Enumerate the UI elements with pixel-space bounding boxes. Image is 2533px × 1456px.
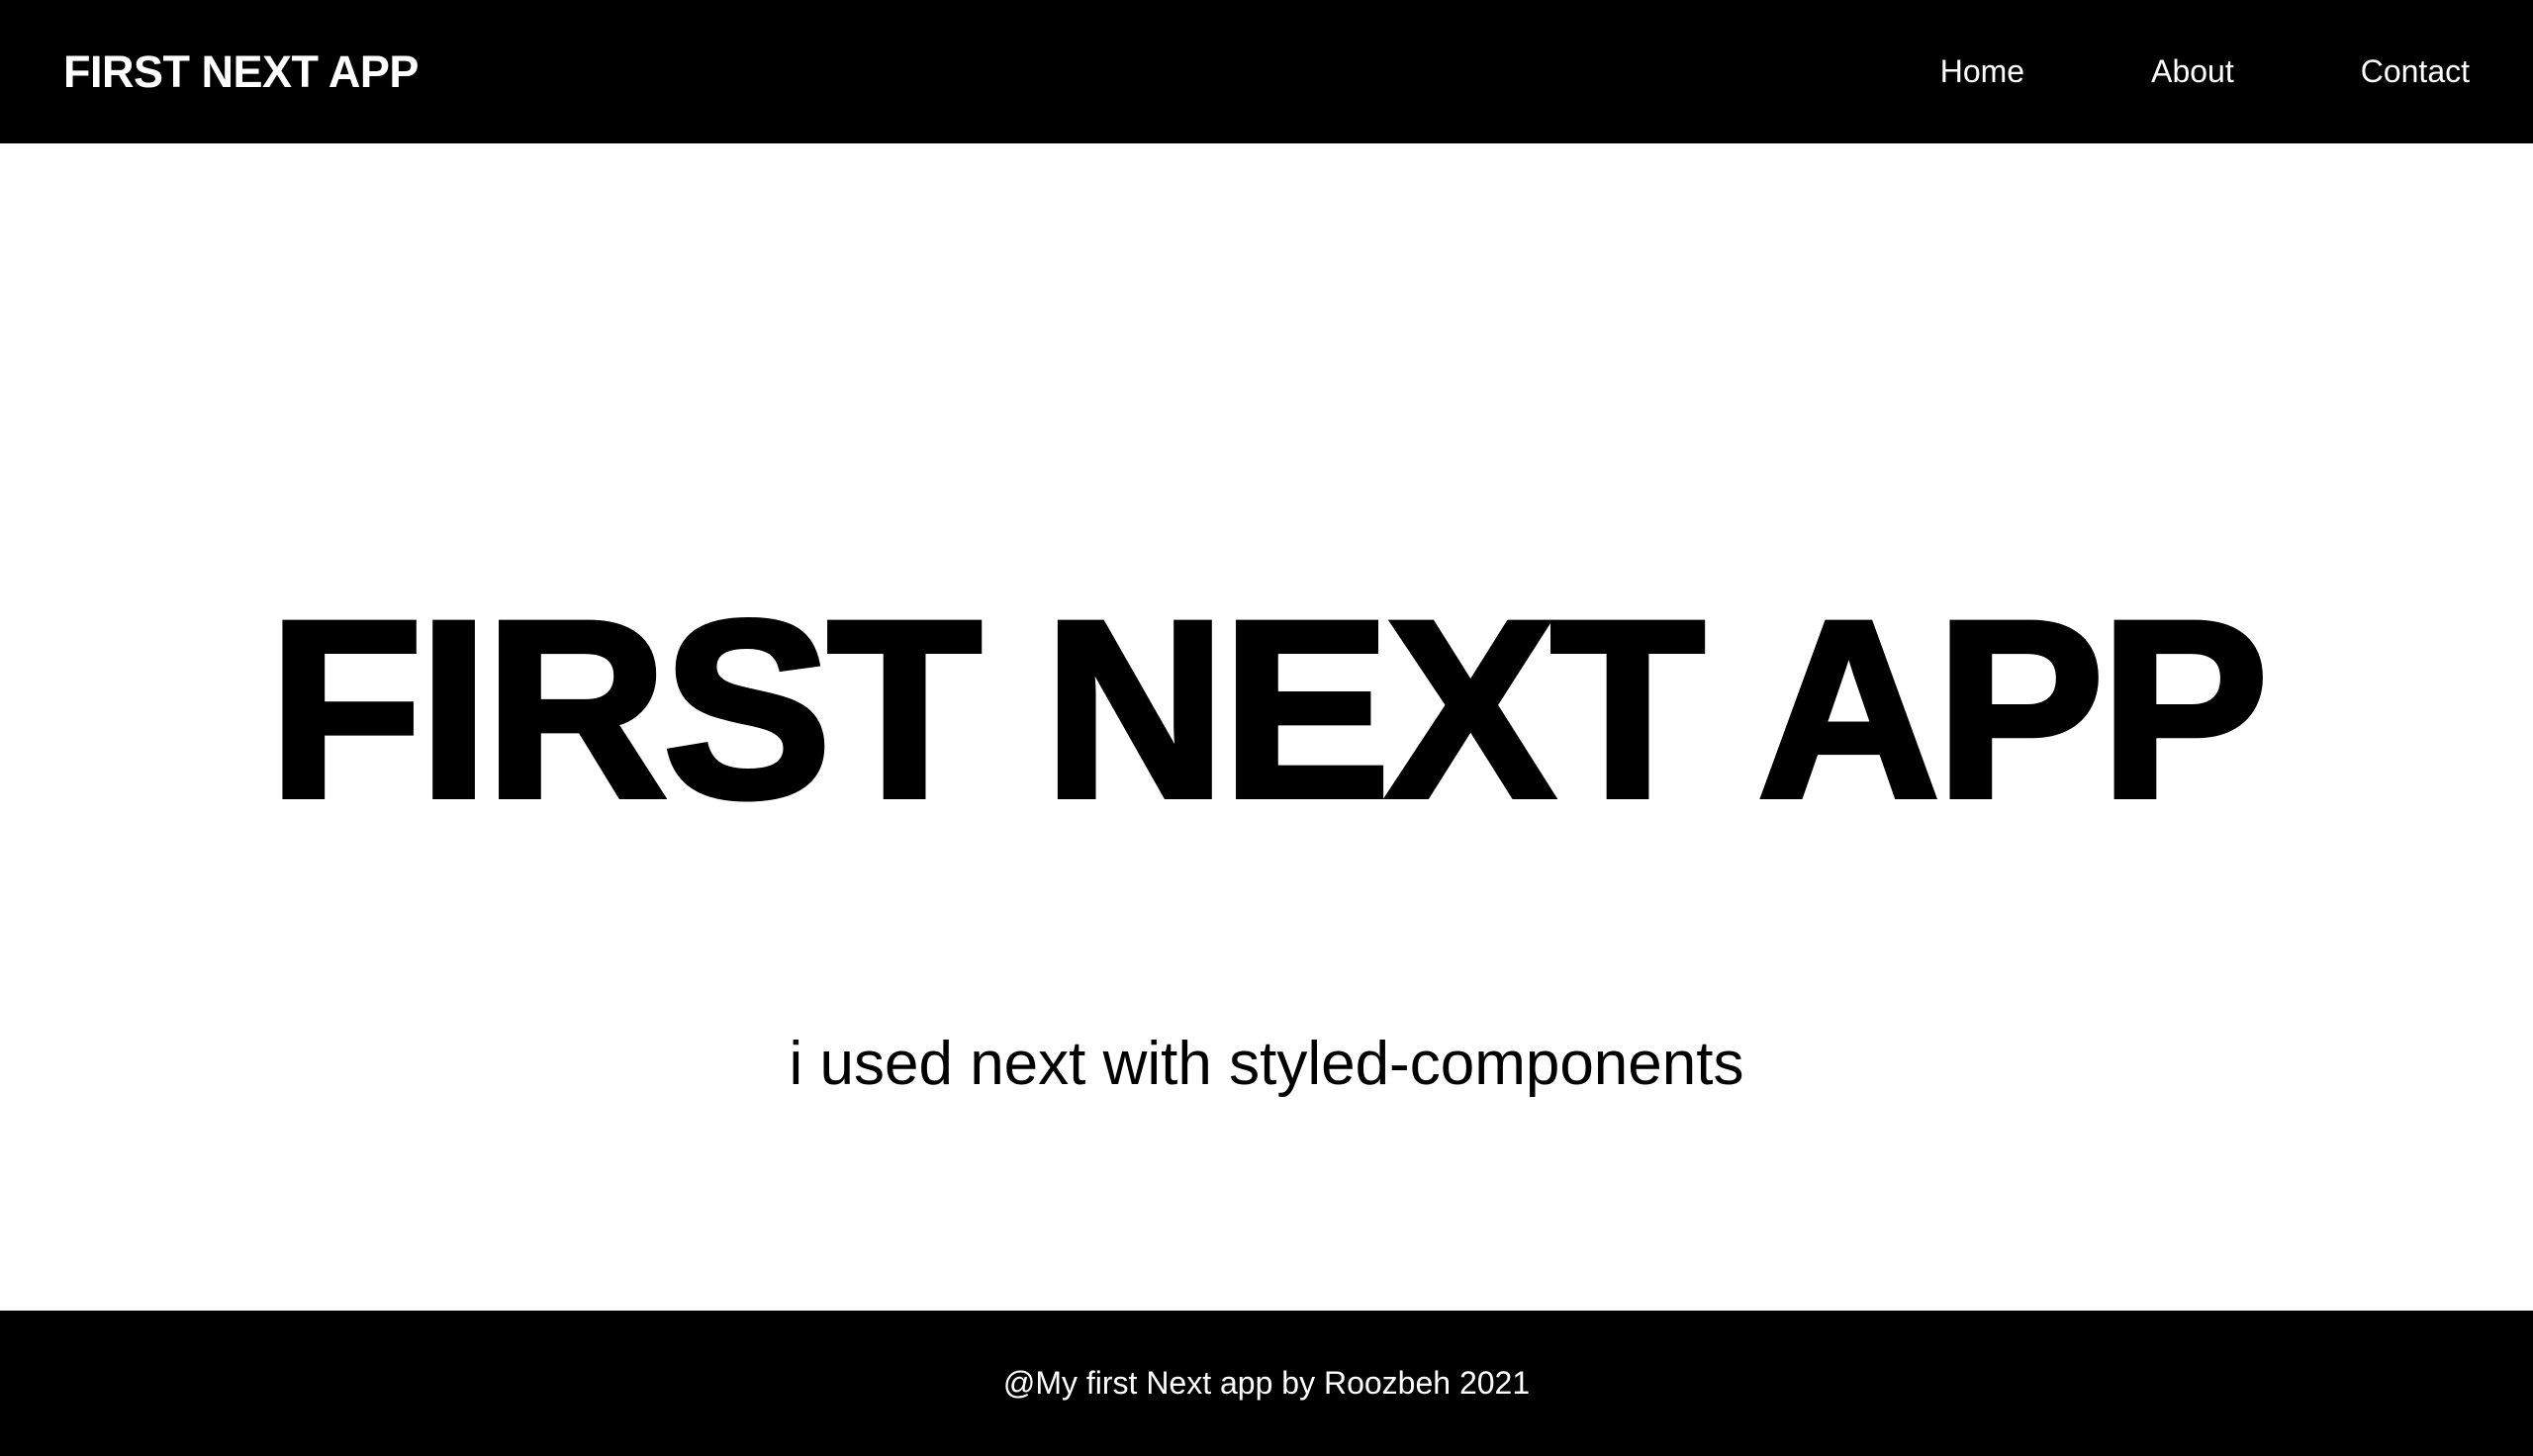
page: FIRST NEXT APP Home About Contact FIRST … <box>0 0 2533 1456</box>
hero-subtitle: i used next with styled-components <box>789 1030 1744 1098</box>
brand-logo-link[interactable]: FIRST NEXT APP <box>63 46 419 98</box>
navbar: FIRST NEXT APP Home About Contact <box>0 0 2533 143</box>
nav-links: Home About Contact <box>1940 53 2470 90</box>
main-content: FIRST NEXT APP i used next with styled-c… <box>0 143 2533 1311</box>
nav-link-home[interactable]: Home <box>1940 53 2024 90</box>
hero-title: FIRST NEXT APP <box>265 569 2271 851</box>
nav-link-contact[interactable]: Contact <box>2361 53 2470 90</box>
footer: @My first Next app by Roozbeh 2021 <box>0 1311 2533 1456</box>
footer-text: @My first Next app by Roozbeh 2021 <box>1002 1365 1531 1401</box>
nav-link-about[interactable]: About <box>2151 53 2234 90</box>
